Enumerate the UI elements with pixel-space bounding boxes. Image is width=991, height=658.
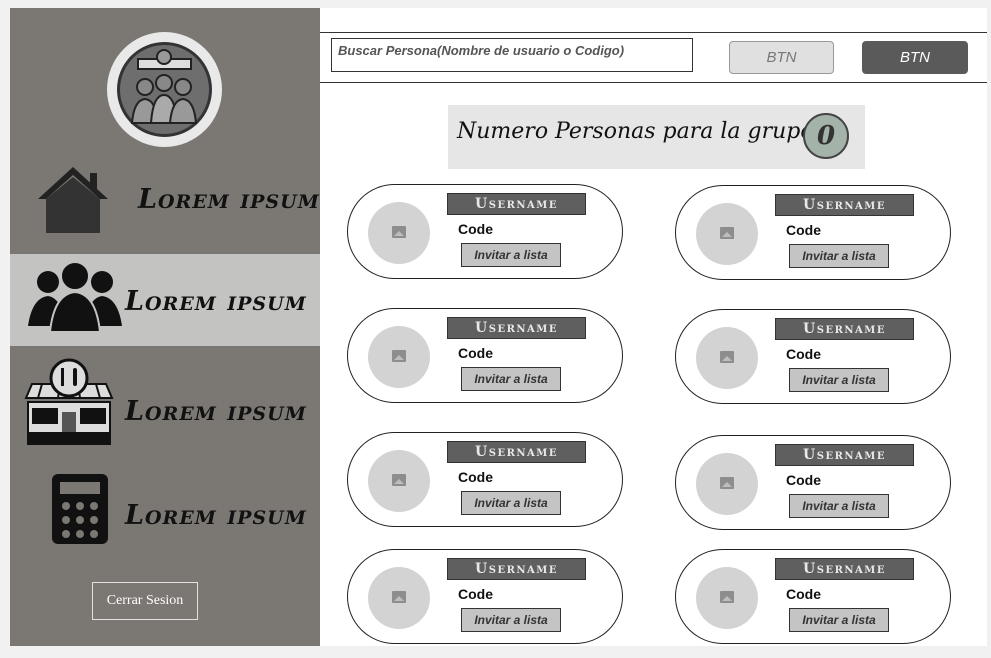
restaurant-icon <box>24 358 114 445</box>
image-placeholder-icon <box>392 591 406 603</box>
people-group-logo-icon <box>117 42 212 137</box>
invite-button[interactable]: Invitar a lista <box>461 608 561 632</box>
person-card: Username Code Invitar a lista <box>675 309 951 404</box>
house-icon <box>38 167 108 233</box>
person-card: Username Code Invitar a lista <box>675 435 951 530</box>
sidebar-item-calculator[interactable]: Lorem ipsum <box>10 468 320 560</box>
person-card: Username Code Invitar a lista <box>347 308 623 403</box>
invite-button[interactable]: Invitar a lista <box>461 491 561 515</box>
person-card: Username Code Invitar a lista <box>675 185 951 280</box>
sidebar-item-home[interactable]: Lorem ipsum <box>10 160 320 252</box>
code-label: Code <box>458 345 493 361</box>
image-placeholder-icon <box>720 591 734 603</box>
invite-button[interactable]: Invitar a lista <box>789 368 889 392</box>
username-label: Username <box>775 444 914 466</box>
image-placeholder-icon <box>720 477 734 489</box>
invite-button[interactable]: Invitar a lista <box>461 367 561 391</box>
person-card: Username Code Invitar a lista <box>347 184 623 279</box>
invite-button[interactable]: Invitar a lista <box>789 608 889 632</box>
primary-button[interactable]: BTN <box>862 41 968 74</box>
image-placeholder-icon <box>392 226 406 238</box>
sidebar: Lorem ipsum Lorem ipsum Lorem ipsum Lore… <box>10 8 320 646</box>
sidebar-item-restaurant[interactable]: Lorem ipsum <box>10 354 320 446</box>
divider <box>320 32 987 33</box>
sidebar-item-label: Lorem ipsum <box>125 396 307 427</box>
sidebar-item-group[interactable]: Lorem ipsum <box>10 254 320 346</box>
invite-button[interactable]: Invitar a lista <box>789 494 889 518</box>
image-placeholder-icon <box>720 227 734 239</box>
code-label: Code <box>786 472 821 488</box>
avatar <box>696 567 758 629</box>
search-placeholder: Buscar Persona(Nombre de usuario o Codig… <box>338 43 625 58</box>
code-label: Code <box>786 586 821 602</box>
calculator-icon <box>52 474 108 544</box>
username-label: Username <box>447 193 586 215</box>
username-label: Username <box>775 318 914 340</box>
username-label: Username <box>447 558 586 580</box>
username-label: Username <box>775 194 914 216</box>
image-placeholder-icon <box>720 351 734 363</box>
avatar <box>696 203 758 265</box>
avatar <box>368 567 430 629</box>
avatar <box>368 450 430 512</box>
sidebar-item-label: Lorem ipsum <box>125 286 307 317</box>
person-card: Username Code Invitar a lista <box>347 432 623 527</box>
avatar <box>696 453 758 515</box>
username-label: Username <box>775 558 914 580</box>
code-label: Code <box>458 586 493 602</box>
logo <box>107 32 222 147</box>
code-label: Code <box>458 469 493 485</box>
code-label: Code <box>786 346 821 362</box>
group-count-panel: Numero Personas para la grupo: 0 <box>448 105 865 169</box>
username-label: Username <box>447 317 586 339</box>
avatar <box>696 327 758 389</box>
group-icon <box>28 261 122 333</box>
image-placeholder-icon <box>392 474 406 486</box>
code-label: Code <box>458 221 493 237</box>
image-placeholder-icon <box>392 350 406 362</box>
sidebar-item-label: Lorem ipsum <box>138 184 320 215</box>
code-label: Code <box>786 222 821 238</box>
search-input[interactable]: Buscar Persona(Nombre de usuario o Codig… <box>331 38 693 72</box>
divider <box>320 82 987 83</box>
avatar <box>368 202 430 264</box>
group-count-badge: 0 <box>803 113 849 159</box>
main-panel: Buscar Persona(Nombre de usuario o Codig… <box>320 8 987 646</box>
secondary-button[interactable]: BTN <box>729 41 834 74</box>
invite-button[interactable]: Invitar a lista <box>461 243 561 267</box>
sidebar-item-label: Lorem ipsum <box>125 500 307 531</box>
group-count-label: Numero Personas para la grupo: <box>457 119 821 144</box>
person-card: Username Code Invitar a lista <box>675 549 951 644</box>
username-label: Username <box>447 441 586 463</box>
invite-button[interactable]: Invitar a lista <box>789 244 889 268</box>
logout-button[interactable]: Cerrar Sesion <box>92 582 198 620</box>
person-card: Username Code Invitar a lista <box>347 549 623 644</box>
avatar <box>368 326 430 388</box>
